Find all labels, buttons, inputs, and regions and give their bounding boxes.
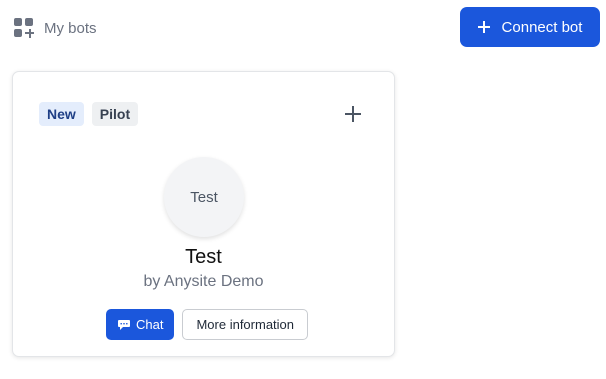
my-bots-label: My bots [44,19,97,37]
bot-avatar: Test [164,157,244,237]
connect-bot-label: Connect bot [501,18,583,36]
tag-pilot: Pilot [91,102,139,126]
more-information-button[interactable]: More information [182,309,309,340]
page: My bots Connect bot New Pilot Test Test … [0,0,606,379]
add-icon[interactable] [345,106,361,122]
chat-bubble-icon [118,319,130,330]
chat-button[interactable]: Chat [106,309,175,340]
connect-bot-button[interactable]: Connect bot [460,7,600,47]
bot-tags: New Pilot [39,102,139,126]
more-information-label: More information [196,317,295,332]
my-bots-link[interactable]: My bots [14,16,97,40]
chat-label: Chat [136,317,164,332]
bot-card: New Pilot Test Test by Anysite Demo Chat… [12,71,395,357]
bot-owner: by Anysite Demo [143,273,264,290]
plus-icon [477,21,490,33]
grid-plus-icon [14,18,34,38]
tag-new: New [39,102,84,126]
bot-name: Test [185,246,222,268]
card-actions: Chat More information [106,309,309,340]
